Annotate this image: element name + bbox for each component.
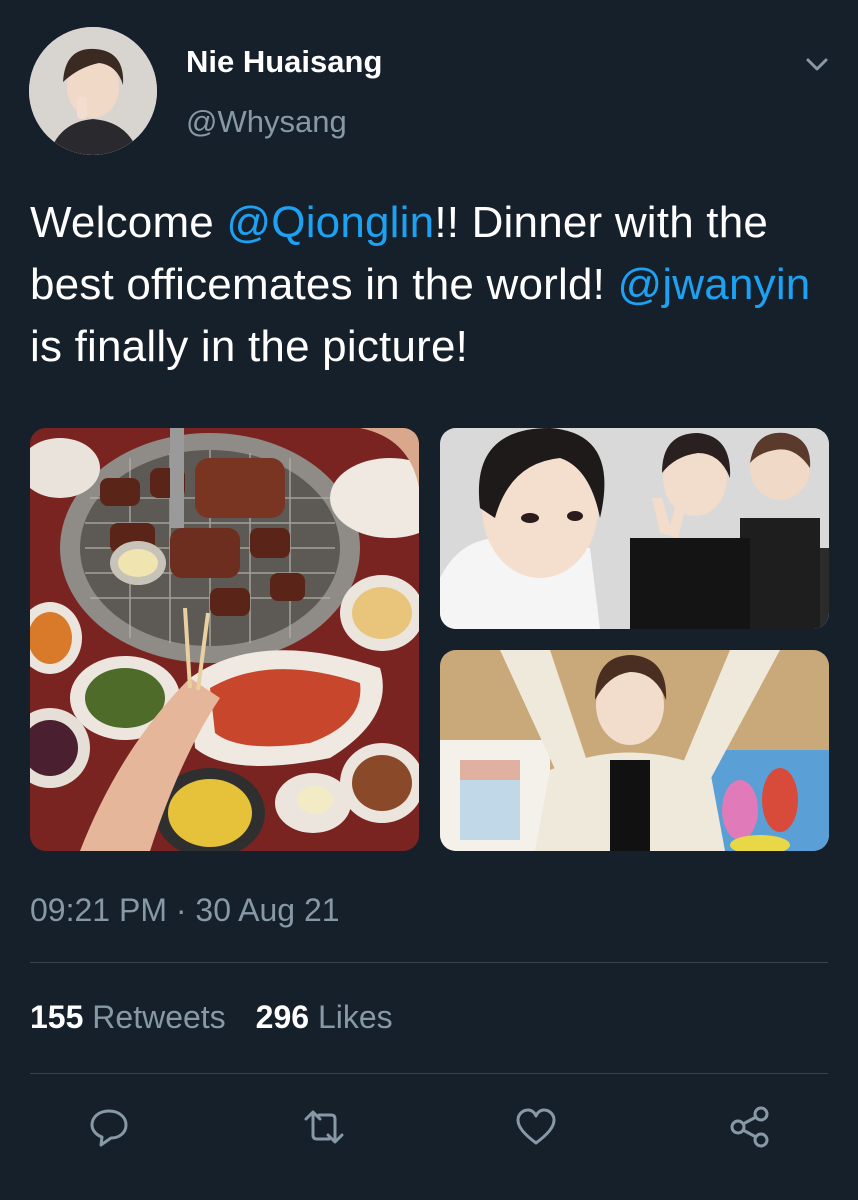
media-photo-arms-up[interactable] [440, 650, 829, 851]
retweets-count: 155 [30, 999, 84, 1035]
media-photo-food[interactable] [30, 428, 419, 851]
heart-icon[interactable] [514, 1105, 558, 1149]
tweet-stats: 155 Retweets 296 Likes [30, 999, 393, 1036]
tweet-text-segment: Welcome [30, 198, 227, 247]
divider [30, 962, 828, 963]
avatar[interactable] [29, 27, 157, 155]
tweet-text: Welcome @Qionglin!! Dinner with the best… [30, 192, 830, 378]
share-icon[interactable] [728, 1105, 772, 1149]
media-photo-group-selfie[interactable] [440, 428, 829, 629]
chevron-down-icon[interactable] [800, 47, 834, 81]
tweet-text-segment: is finally in the picture! [30, 322, 469, 371]
likes-label: Likes [317, 999, 393, 1035]
user-handle[interactable]: @Whysang [186, 104, 347, 140]
retweet-icon[interactable] [302, 1105, 346, 1149]
likes-count: 296 [255, 999, 310, 1035]
tweet-timestamp[interactable]: 09:21 PM · 30 Aug 21 [30, 892, 340, 929]
display-name[interactable]: Nie Huaisang [186, 44, 382, 80]
retweets-stat[interactable]: 155 Retweets [30, 999, 226, 1035]
mention-link-qionglin[interactable]: @Qionglin [226, 198, 434, 247]
retweets-label: Retweets [92, 999, 226, 1035]
mention-link-jwanyin[interactable]: @jwanyin [617, 260, 810, 309]
likes-stat[interactable]: 296 Likes [256, 999, 393, 1035]
reply-icon[interactable] [87, 1105, 131, 1149]
divider [30, 1073, 828, 1074]
